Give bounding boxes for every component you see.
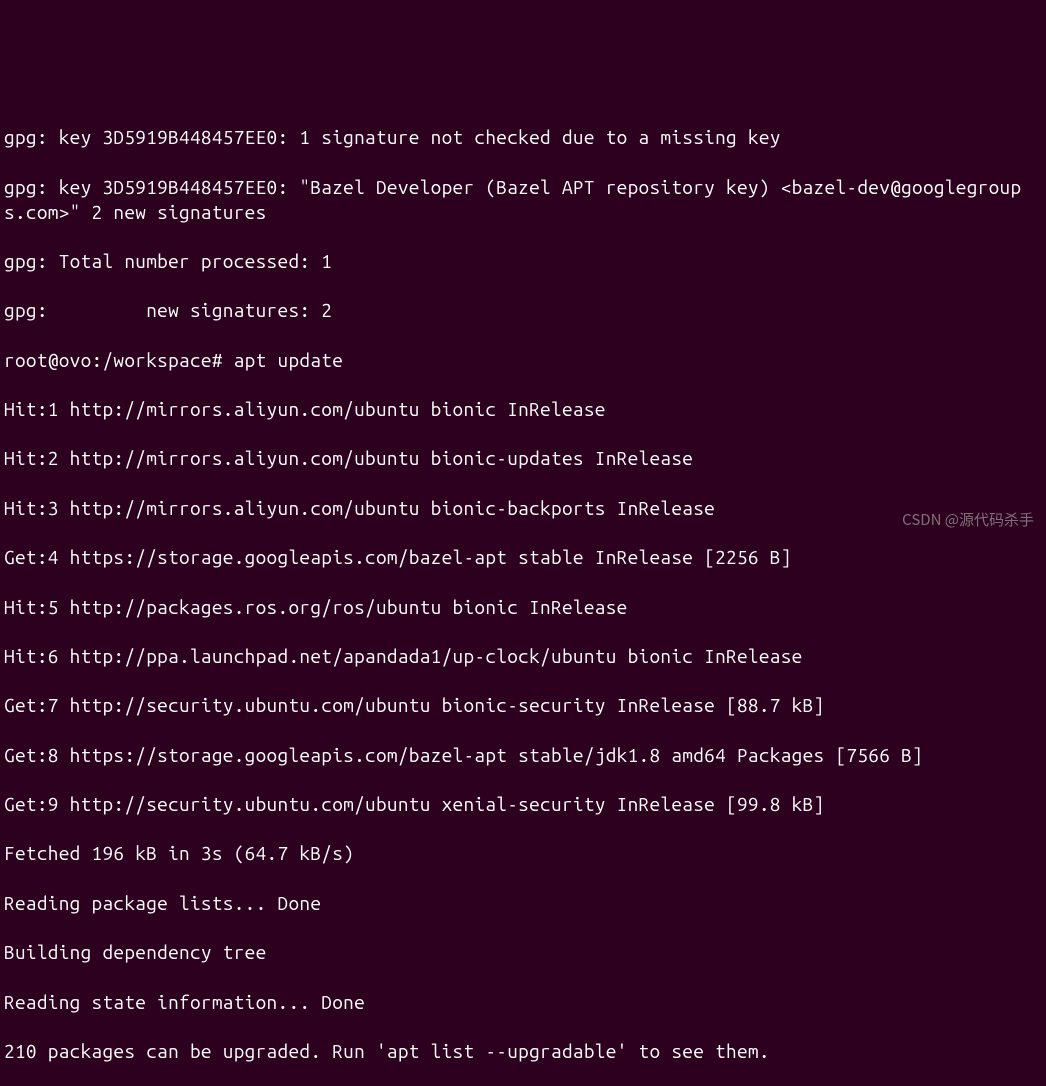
output-line: Get:8 https://storage.googleapis.com/baz…	[4, 743, 1042, 768]
output-line: 210 packages can be upgraded. Run 'apt l…	[4, 1039, 1042, 1064]
output-line: gpg: key 3D5919B448457EE0: "Bazel Develo…	[4, 175, 1042, 224]
output-line: Reading state information... Done	[4, 990, 1042, 1015]
watermark-text: CSDN @源代码杀手	[902, 510, 1034, 530]
output-line: Hit:3 http://mirrors.aliyun.com/ubuntu b…	[4, 496, 1042, 521]
terminal-output[interactable]: gpg: key 3D5919B448457EE0: 1 signature n…	[4, 101, 1042, 1086]
output-line: Hit:5 http://packages.ros.org/ros/ubuntu…	[4, 595, 1042, 620]
output-line: Get:9 http://security.ubuntu.com/ubuntu …	[4, 792, 1042, 817]
output-line: Hit:2 http://mirrors.aliyun.com/ubuntu b…	[4, 446, 1042, 471]
output-line: Fetched 196 kB in 3s (64.7 kB/s)	[4, 841, 1042, 866]
output-line: Hit:6 http://ppa.launchpad.net/apandada1…	[4, 644, 1042, 669]
output-line: gpg: Total number processed: 1	[4, 249, 1042, 274]
output-line: root@ovo:/workspace# apt update	[4, 348, 1042, 373]
output-line: Reading package lists... Done	[4, 891, 1042, 916]
output-line: gpg: new signatures: 2	[4, 298, 1042, 323]
output-line: Get:4 https://storage.googleapis.com/baz…	[4, 545, 1042, 570]
output-line: gpg: key 3D5919B448457EE0: 1 signature n…	[4, 125, 1042, 150]
output-line: Hit:1 http://mirrors.aliyun.com/ubuntu b…	[4, 397, 1042, 422]
output-line: Get:7 http://security.ubuntu.com/ubuntu …	[4, 693, 1042, 718]
output-line: Building dependency tree	[4, 940, 1042, 965]
